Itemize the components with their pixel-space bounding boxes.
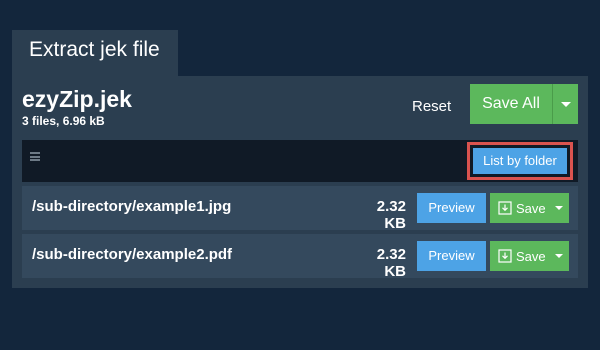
save-button[interactable]: Save <box>490 193 548 223</box>
file-path: /sub-directory/example1.jpg <box>32 198 232 215</box>
file-size: 2.32 KB <box>376 246 406 280</box>
save-dropdown-toggle[interactable] <box>548 193 569 223</box>
save-dropdown-toggle[interactable] <box>548 241 569 271</box>
file-row: /sub-directory/example1.jpg 2.32 KB Prev… <box>22 186 578 232</box>
file-size: 2.32 KB <box>376 198 406 232</box>
save-button-group: Save <box>490 193 569 223</box>
list-by-folder-highlight: List by folder <box>467 142 573 180</box>
caret-down-icon <box>554 254 563 258</box>
file-list-toolbar: List by folder <box>22 140 578 182</box>
tab-extract-jek-file[interactable]: Extract jek file <box>12 30 178 76</box>
hamburger-icon[interactable] <box>30 152 40 161</box>
caret-down-icon <box>560 101 571 107</box>
save-button[interactable]: Save <box>490 241 548 271</box>
caret-down-icon <box>554 206 563 210</box>
list-by-folder-button[interactable]: List by folder <box>473 148 567 174</box>
archive-panel: ezyZip.jek 3 files, 6.96 kB Reset Save A… <box>12 76 588 288</box>
save-button-group: Save <box>490 241 569 271</box>
file-path: /sub-directory/example2.pdf <box>32 246 233 263</box>
reset-button[interactable]: Reset <box>412 94 451 120</box>
preview-button[interactable]: Preview <box>417 193 486 223</box>
save-all-dropdown-toggle[interactable] <box>552 84 578 124</box>
file-row: /sub-directory/example2.pdf 2.32 KB Prev… <box>22 234 578 280</box>
tab-label: Extract jek file <box>29 38 160 61</box>
archive-meta: 3 files, 6.96 kB <box>22 114 105 128</box>
save-all-button[interactable]: Save All <box>470 84 552 124</box>
download-icon <box>498 249 512 263</box>
preview-button[interactable]: Preview <box>417 241 486 271</box>
save-all-button-group: Save All <box>470 84 578 124</box>
archive-name: ezyZip.jek <box>22 86 132 112</box>
download-icon <box>498 201 512 215</box>
save-label: Save <box>516 248 546 264</box>
save-label: Save <box>516 200 546 216</box>
